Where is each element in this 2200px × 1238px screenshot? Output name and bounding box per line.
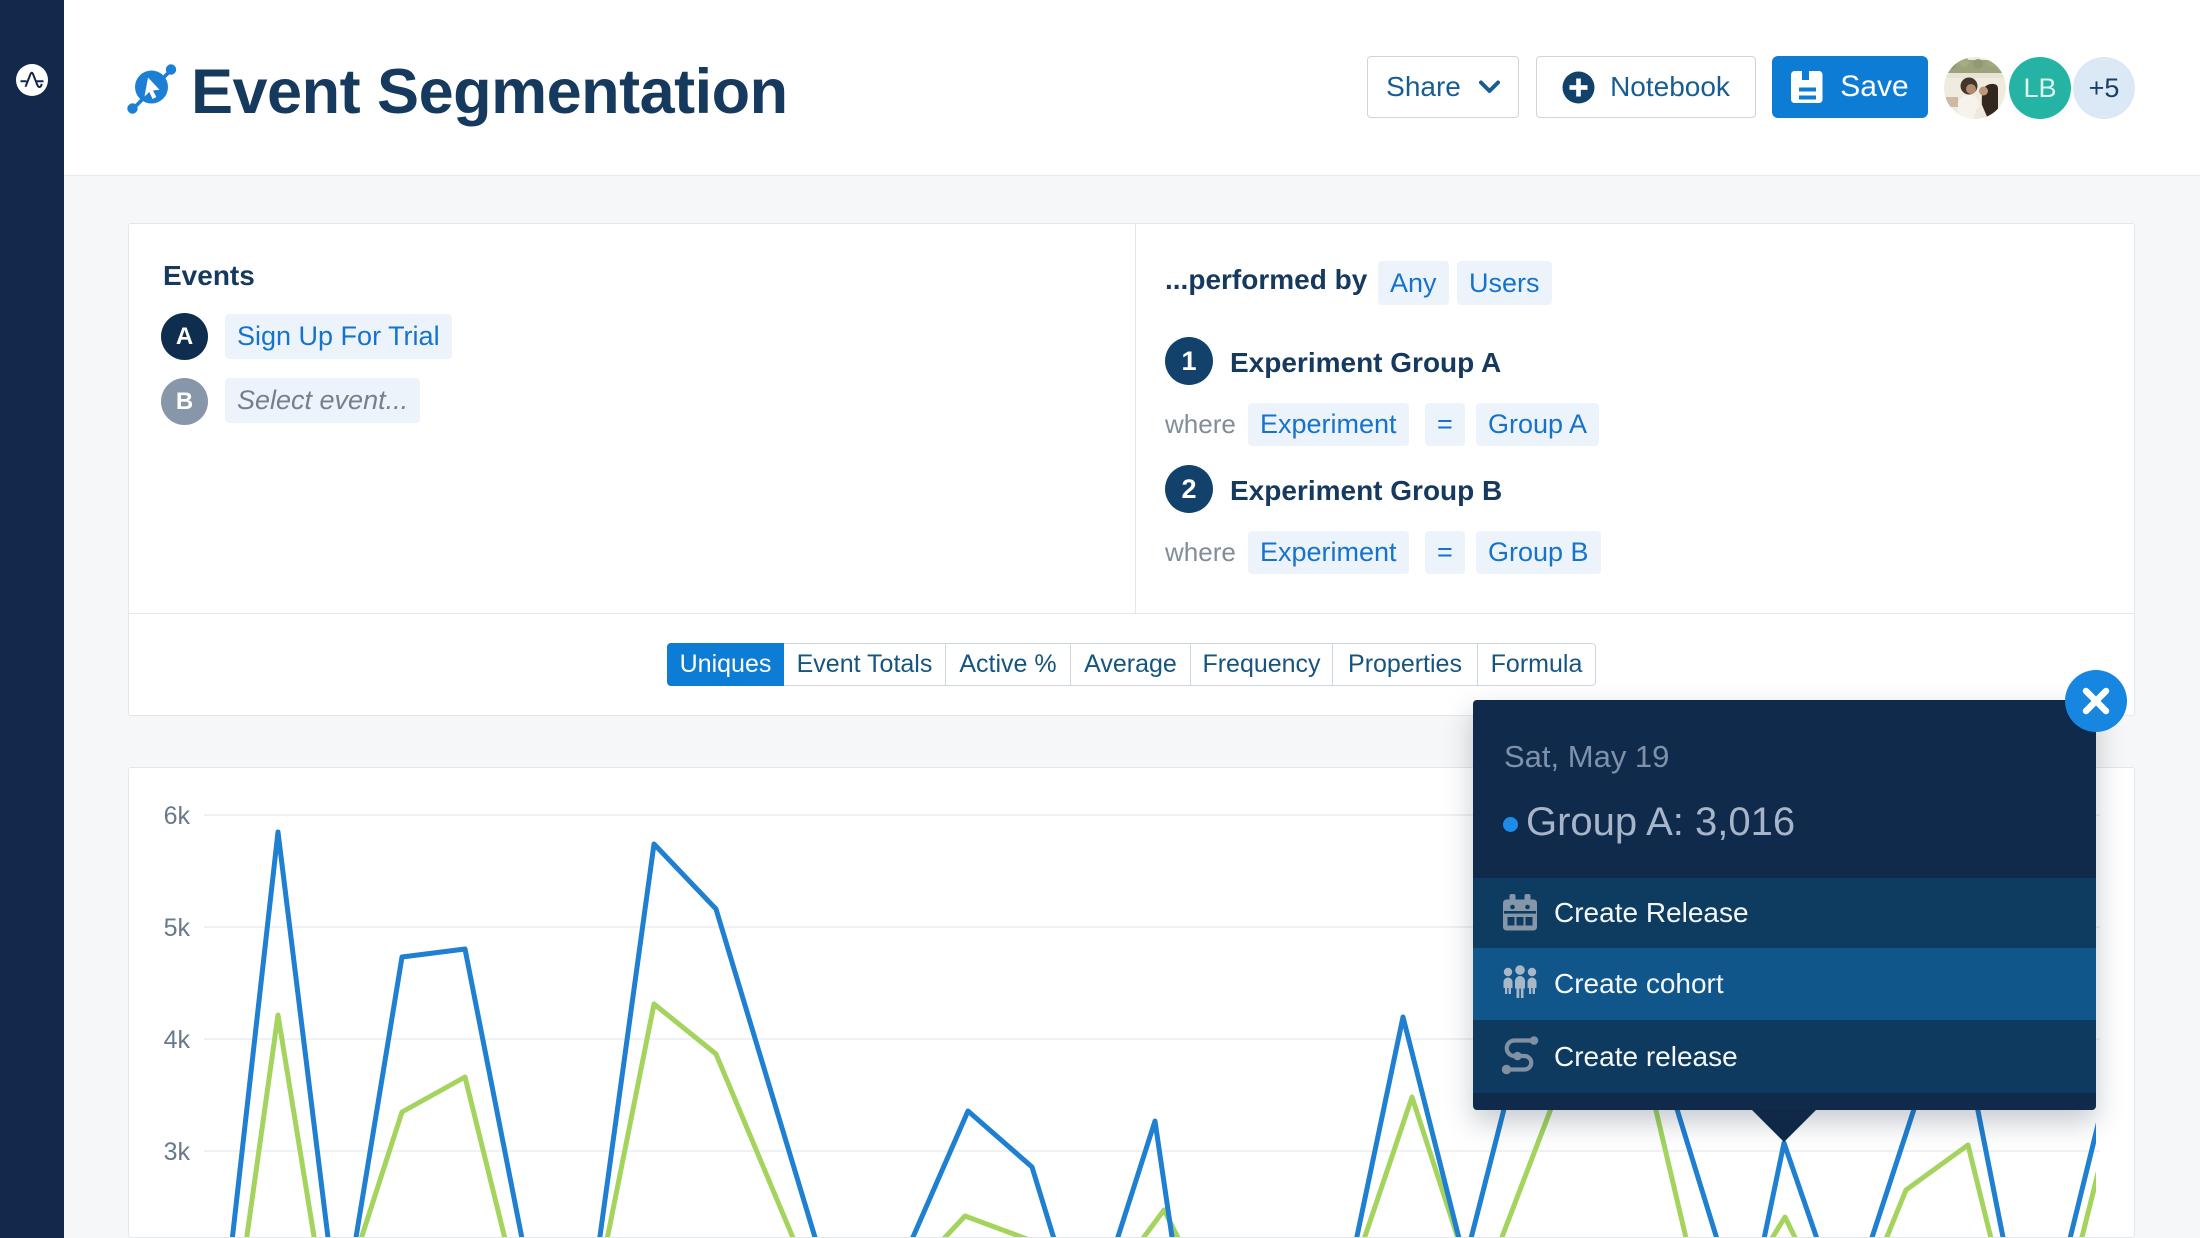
svg-text:3k: 3k	[164, 1138, 191, 1166]
svg-text:5k: 5k	[164, 914, 191, 942]
svg-text:6k: 6k	[164, 802, 191, 830]
svg-text:4k: 4k	[164, 1026, 191, 1054]
